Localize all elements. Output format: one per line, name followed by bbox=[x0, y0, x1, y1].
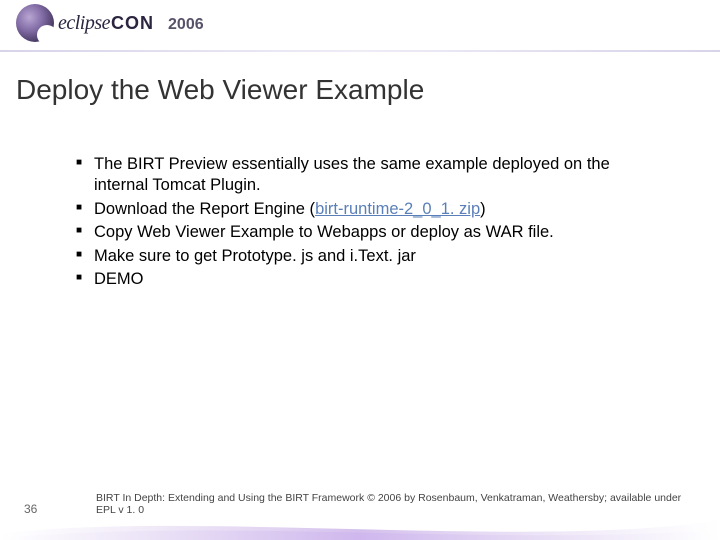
slide-header: eclipse CON 2006 bbox=[0, 0, 720, 58]
logo-brand-eclipse: eclipse bbox=[58, 12, 110, 35]
list-item: The BIRT Preview essentially uses the sa… bbox=[76, 154, 666, 197]
logo-text: eclipse CON 2006 bbox=[58, 12, 204, 35]
bullet-text: The BIRT Preview essentially uses the sa… bbox=[94, 155, 610, 194]
bullet-text-suffix: ) bbox=[480, 200, 486, 218]
slide-title: Deploy the Web Viewer Example bbox=[16, 74, 424, 106]
logo-year: 2006 bbox=[168, 16, 204, 34]
slide-number: 36 bbox=[24, 502, 37, 516]
footer-copyright: BIRT In Depth: Extending and Using the B… bbox=[96, 492, 696, 516]
download-link[interactable]: birt-runtime-2_0_1. zip bbox=[315, 200, 480, 218]
logo-brand-con: CON bbox=[111, 13, 154, 34]
list-item: DEMO bbox=[76, 269, 666, 290]
bullet-text: Make sure to get Prototype. js and i.Tex… bbox=[94, 247, 416, 265]
bullet-text-prefix: Download the Report Engine ( bbox=[94, 200, 315, 218]
header-divider bbox=[0, 50, 720, 52]
eclipsecon-logo: eclipse CON 2006 bbox=[16, 4, 204, 42]
bullet-list: The BIRT Preview essentially uses the sa… bbox=[76, 154, 666, 293]
bullet-text: DEMO bbox=[94, 270, 144, 288]
list-item: Download the Report Engine (birt-runtime… bbox=[76, 199, 666, 220]
bullet-text: Copy Web Viewer Example to Webapps or de… bbox=[94, 223, 554, 241]
eclipse-logo-icon bbox=[16, 4, 54, 42]
list-item: Copy Web Viewer Example to Webapps or de… bbox=[76, 222, 666, 243]
list-item: Make sure to get Prototype. js and i.Tex… bbox=[76, 246, 666, 267]
